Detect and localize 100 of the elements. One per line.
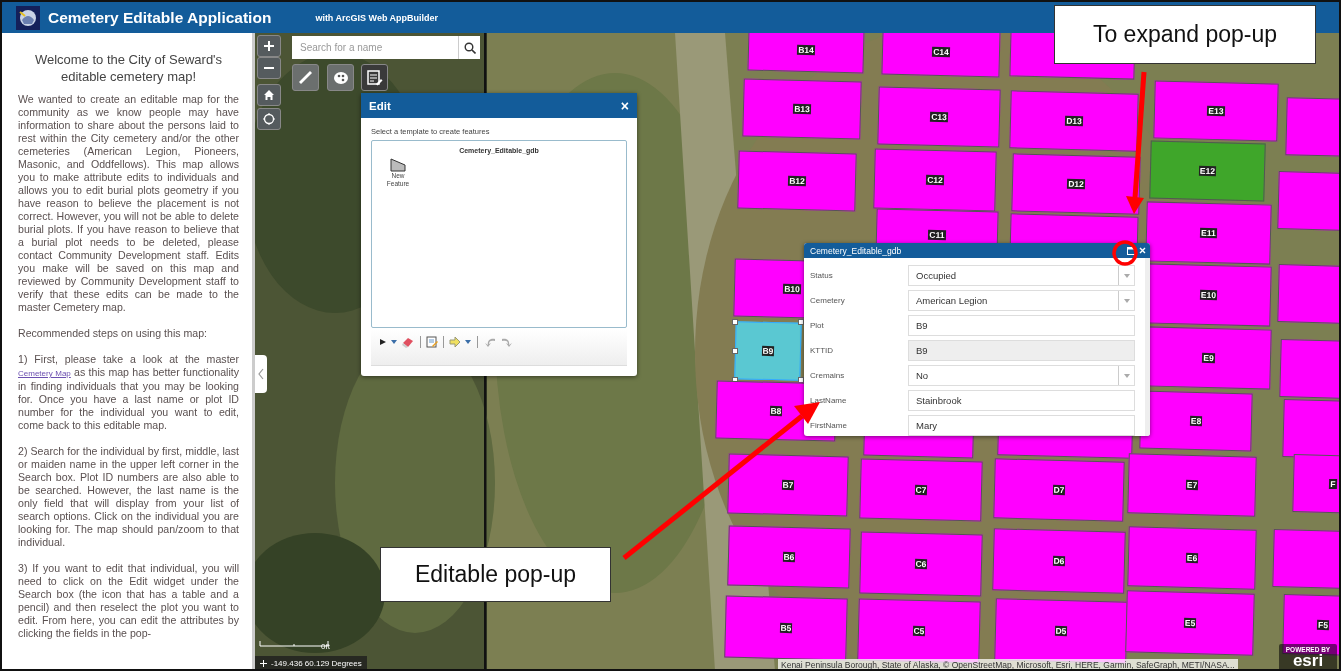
- input-field[interactable]: Stainbrook: [908, 390, 1135, 411]
- caret-icon: [1123, 298, 1130, 303]
- burial-plot[interactable]: B13: [742, 78, 862, 140]
- plot-label: C14: [932, 46, 950, 58]
- plot-label: D7: [1052, 484, 1066, 496]
- welcome-heading: Welcome to the City of Seward's editable cemetery map!: [33, 51, 224, 85]
- polygon-icon: [390, 158, 406, 172]
- input-field[interactable]: B9: [908, 315, 1135, 336]
- crosshair-icon[interactable]: [263, 113, 275, 125]
- burial-plot[interactable]: F: [1292, 453, 1339, 515]
- burial-plot[interactable]: B14: [747, 33, 865, 74]
- burial-plot[interactable]: E7: [1127, 453, 1257, 517]
- caret-icon: [1123, 373, 1130, 378]
- burial-plot[interactable]: B12: [737, 150, 857, 212]
- pointer-icon[interactable]: [379, 336, 387, 348]
- locate-button[interactable]: [257, 108, 281, 130]
- panel-title: Edit: [369, 99, 391, 112]
- map-link[interactable]: Cemetery Map: [18, 369, 71, 378]
- plot-label: C6: [914, 558, 928, 570]
- close-button[interactable]: ×: [620, 98, 629, 113]
- dropdown-field[interactable]: American Legion: [908, 290, 1135, 311]
- plot-label: B9: [761, 345, 775, 357]
- plot-label: E13: [1207, 105, 1225, 117]
- plot-label: B6: [782, 551, 796, 563]
- zoom-out-button[interactable]: [257, 57, 281, 79]
- close-button[interactable]: [1139, 247, 1146, 254]
- crosshair-icon: [260, 660, 267, 667]
- paragraph: 3) If you want to edit that individual, you will need to click on the Edit widget under the Search box (the icon that has a table and a pencil) and then reselect the plot you want to edit. From here, you can edit the attributes by clicking the fields in the pop-: [18, 562, 239, 640]
- field-label: Status: [810, 271, 834, 280]
- plot-label: E11: [1200, 227, 1217, 239]
- callout-label: To expand pop-up: [1054, 5, 1316, 64]
- app-title: Cemetery Editable Application: [48, 8, 272, 27]
- edit-table-icon: [364, 67, 385, 88]
- burial-plot[interactable]: D6: [992, 528, 1126, 594]
- map-tool-button[interactable]: [292, 64, 319, 91]
- app-subtitle: with ArcGIS Web AppBuilder: [315, 12, 439, 23]
- paragraph: We wanted to create an editable map for the community as we know people may have information to share about the persons laid to rest within the City cemetery and/or the other cemeteries (American Legion, Pioneers, Masonic, and Oddfellows). This map allows you to make attribute edits to individuals and allows you to edit burial plots geometry if you have reason to believe the placement is not correct. However, you will not be able to delete burial plots. If you have reason to believe that a burial plot needs to be deleted, please contact Community Development staff. Edits you make will be saved on this map and reviewed by Community Development staff to verify that these edits can be made to the master Cemetery map.: [18, 93, 239, 314]
- plot-label: E5: [1183, 617, 1197, 629]
- plot-label: F5: [1316, 619, 1330, 631]
- map-tool-button[interactable]: [327, 64, 354, 91]
- plot-label: F: [1329, 478, 1337, 490]
- search-button[interactable]: [458, 36, 480, 59]
- burial-plot[interactable]: E11: [1145, 201, 1272, 265]
- attribution-text: Kenai Peninsula Borough, State of Alaska, © OpenStreetMap, Microsoft, Esri, HERE, Garmin, SafeGraph, METI/NASA...: [778, 659, 1238, 669]
- input-field[interactable]: Mary: [908, 415, 1135, 436]
- burial-plot[interactable]: D13: [1009, 90, 1139, 152]
- caret-icon: [1123, 273, 1130, 278]
- burial-plot[interactable]: E12: [1149, 140, 1266, 202]
- plot-label: D5: [1054, 625, 1068, 637]
- plot-label: E6: [1185, 552, 1199, 564]
- vertex-handle[interactable]: [732, 319, 738, 325]
- plot-label: C13: [930, 111, 948, 123]
- plot-label: B8: [769, 405, 783, 417]
- field-label: KTTID: [810, 346, 835, 355]
- maximize-button[interactable]: [1127, 246, 1136, 255]
- map-tool-button[interactable]: [361, 64, 388, 91]
- field-label: Plot: [810, 321, 825, 330]
- chevron-left-icon: [258, 368, 264, 380]
- seal-logo-icon: [16, 5, 40, 30]
- burial-plot[interactable]: B5: [724, 595, 848, 661]
- burial-plot[interactable]: C12: [873, 148, 997, 212]
- vertex-handle[interactable]: [798, 319, 804, 325]
- edit-sheet-icon[interactable]: [426, 336, 438, 348]
- plot-label: E9: [1202, 352, 1215, 364]
- highlight-circle: [1112, 240, 1138, 266]
- plot-label: D13: [1065, 115, 1083, 127]
- burial-plot[interactable]: D12: [1011, 153, 1141, 215]
- burial-plot[interactable]: B9: [734, 321, 802, 381]
- dropdown-field[interactable]: Occupied: [908, 265, 1135, 286]
- burial-plot[interactable]: E6: [1127, 526, 1257, 590]
- burial-plot[interactable]: B6: [727, 525, 851, 589]
- burial-plot[interactable]: E5: [1125, 590, 1255, 656]
- burial-plot[interactable]: B7: [727, 453, 849, 517]
- burial-plot[interactable]: C14: [881, 33, 1001, 78]
- plus-icon[interactable]: [263, 40, 275, 52]
- readonly-field: B9: [908, 340, 1135, 361]
- paragraph: 2) Search for the individual by first, middle, last or maiden name in the upper left corner in the Search box. Plot ID numbers are also able to be searched. However, the last name is the only field that will display from your list of search options. Click on the individual you are looking for. The map should pan/zoom to that individual.: [18, 445, 239, 549]
- burial-plot[interactable]: D7: [993, 458, 1125, 522]
- plot-label: B14: [797, 44, 815, 56]
- burial-plot[interactable]: E13: [1153, 80, 1279, 142]
- vertex-handle[interactable]: [732, 348, 738, 354]
- dropdown-field[interactable]: No: [908, 365, 1135, 386]
- home-icon[interactable]: [263, 89, 275, 101]
- field-label: Cremains: [810, 371, 846, 380]
- burial-plot[interactable]: C6: [859, 531, 983, 597]
- coordinates-text: -149.436 60.129 Degrees: [271, 659, 362, 668]
- eraser-icon[interactable]: [401, 336, 415, 348]
- burial-plot[interactable]: C13: [877, 86, 1001, 148]
- plot-label: B5: [779, 622, 793, 634]
- zoom-in-button[interactable]: [257, 35, 281, 57]
- scale-label: 0ft: [321, 642, 330, 651]
- plot-label: E8: [1189, 415, 1203, 427]
- plot-label: E7: [1185, 479, 1199, 491]
- home-button[interactable]: [257, 84, 281, 106]
- plot-label: B7: [781, 479, 795, 491]
- plot-label: D12: [1067, 178, 1085, 190]
- arrow-icon[interactable]: [449, 336, 461, 348]
- plot-label: C5: [912, 625, 926, 637]
- burial-plot[interactable]: C7: [859, 458, 983, 522]
- search-field[interactable]: Search for a name: [292, 36, 458, 59]
